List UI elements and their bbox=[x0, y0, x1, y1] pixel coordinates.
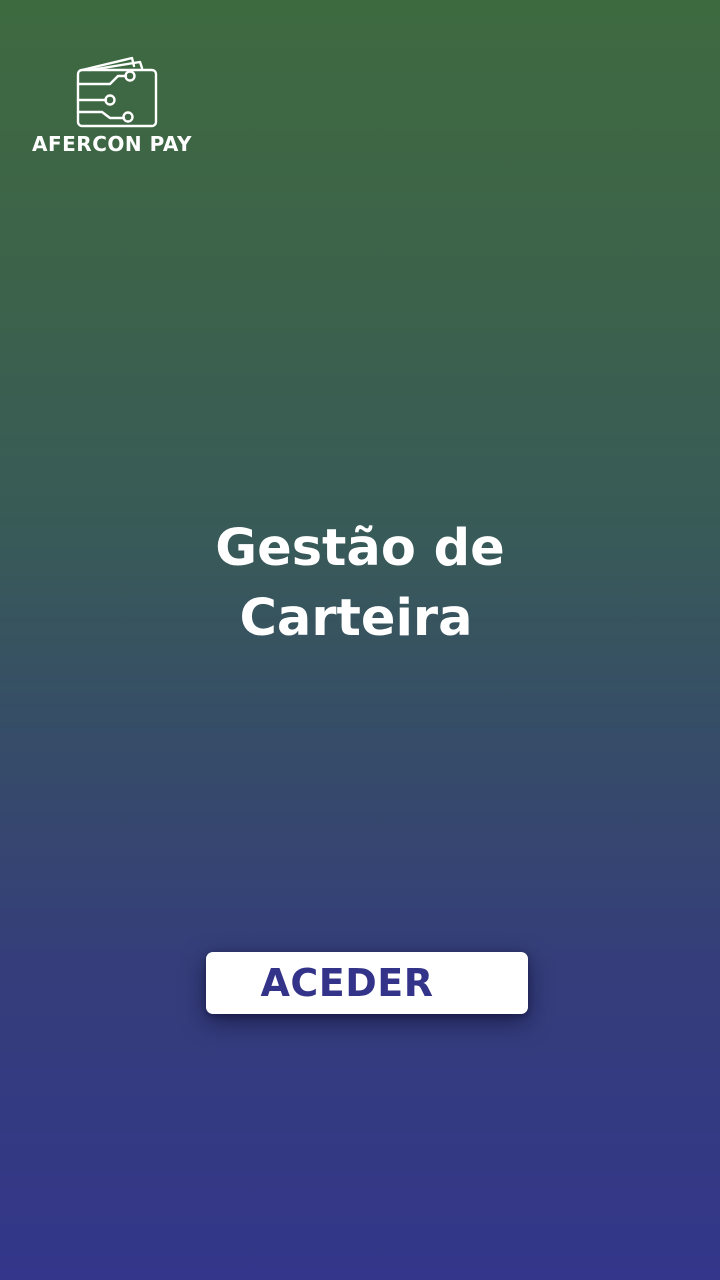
access-button-label: ACEDER bbox=[260, 961, 434, 1005]
wallet-circuit-icon bbox=[76, 56, 158, 128]
brand-name: AFERCON PAY bbox=[32, 132, 192, 156]
title-line-1: Gestão de bbox=[215, 519, 505, 578]
title-line-2: Carteira bbox=[239, 589, 473, 648]
brand-logo: AFERCON PAY bbox=[32, 56, 212, 156]
access-button[interactable]: ACEDER bbox=[206, 952, 528, 1014]
splash-screen: { "brand": { "name": "AFERCON PAY", "log… bbox=[0, 0, 720, 1280]
page-title: Gestão de Carteira bbox=[0, 514, 720, 654]
